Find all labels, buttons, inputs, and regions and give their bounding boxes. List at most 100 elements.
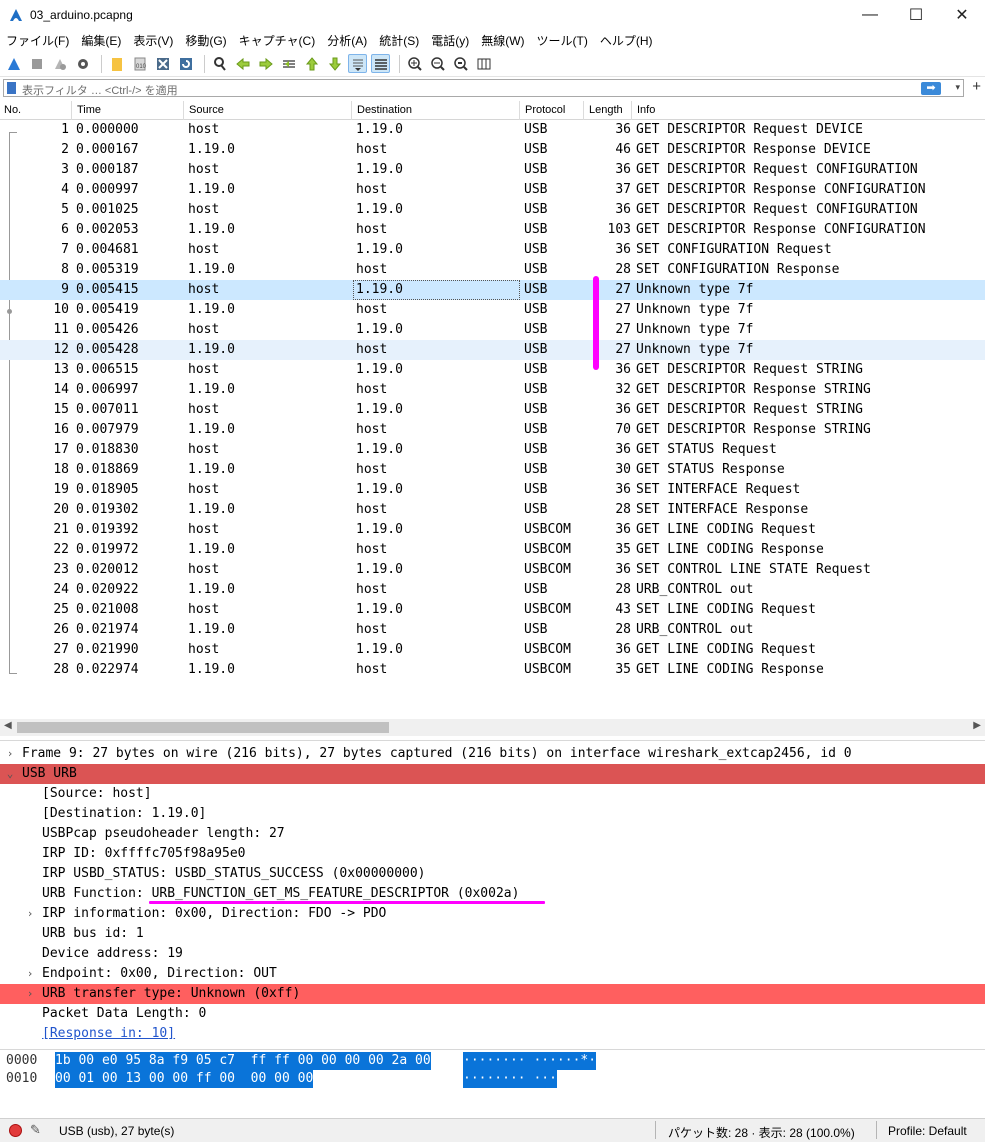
packet-row[interactable]: 4 0.000997 1.19.0 host USB 37 GET DESCRIPTOR R… (0, 180, 985, 200)
column-header-length[interactable]: Length (589, 104, 623, 116)
auto-scroll-icon[interactable] (348, 54, 367, 73)
column-divider[interactable] (71, 101, 72, 120)
menu-file[interactable]: ファイル(F) (0, 32, 75, 49)
packet-row[interactable]: 14 0.006997 1.19.0 host USB 32 GET DESCRIPTOR … (0, 380, 985, 400)
filter-history-dropdown-icon[interactable]: ▾ (955, 82, 960, 93)
packet-row[interactable]: 28 0.022974 1.19.0 host USBCOM 35 GET LINE COD… (0, 660, 985, 680)
reload-icon[interactable] (176, 54, 195, 73)
menu-help[interactable]: ヘルプ(H) (594, 32, 659, 49)
bytes-ascii[interactable]: ········ ··· (463, 1070, 557, 1088)
column-header-protocol[interactable]: Protocol (525, 104, 565, 116)
restart-icon[interactable] (50, 54, 69, 73)
packet-row[interactable]: 27 0.021990 host 1.19.0 USBCOM 36 GET LINE COD… (0, 640, 985, 660)
column-divider[interactable] (519, 101, 520, 120)
resize-columns-icon[interactable] (474, 54, 493, 73)
go-back-icon[interactable] (233, 54, 252, 73)
menu-analyze[interactable]: 分析(A) (321, 32, 373, 49)
go-forward-icon[interactable] (256, 54, 275, 73)
bytes-ascii[interactable]: ········ ······*· (463, 1052, 597, 1070)
collapsed-chevron-icon[interactable]: › (23, 984, 37, 1004)
scroll-left-icon[interactable]: ◀ (4, 720, 12, 731)
zoom-in-icon[interactable] (405, 54, 424, 73)
apply-filter-arrow-icon[interactable]: ➡ (921, 82, 941, 95)
detail-tree-row[interactable]: Device address: 19 (0, 944, 985, 964)
display-filter-input[interactable]: 表示フィルタ … <Ctrl-/> を適用 ➡ ▾ (3, 79, 964, 97)
detail-tree-row[interactable]: ⌄ USB URB (0, 764, 985, 784)
maximize-button[interactable]: ☐ (893, 0, 939, 30)
menu-edit[interactable]: 編集(E) (75, 32, 127, 49)
packet-row[interactable]: 8 0.005319 1.19.0 host USB 28 SET CONFIGURATIO… (0, 260, 985, 280)
status-profile[interactable]: Profile: Default (888, 1124, 967, 1138)
close-button[interactable]: ✕ (939, 0, 985, 30)
menu-wireless[interactable]: 無線(W) (475, 32, 530, 49)
expanded-chevron-icon[interactable]: ⌄ (3, 764, 17, 784)
close-file-icon[interactable] (153, 54, 172, 73)
packet-row[interactable]: 23 0.020012 host 1.19.0 USBCOM 36 SET CONTROL … (0, 560, 985, 580)
packet-row[interactable]: 6 0.002053 1.19.0 host USB 103 GET DESCRIPTOR … (0, 220, 985, 240)
packet-row[interactable]: 21 0.019392 host 1.19.0 USBCOM 36 GET LINE COD… (0, 520, 985, 540)
menu-go[interactable]: 移動(G) (179, 32, 232, 49)
packet-row[interactable]: 16 0.007979 1.19.0 host USB 70 GET DESCRIPTOR … (0, 420, 985, 440)
menu-telephony[interactable]: 電話(y) (425, 32, 475, 49)
detail-tree-row[interactable]: USBPcap pseudoheader length: 27 (0, 824, 985, 844)
detail-tree-row[interactable]: [Response in: 10] (0, 1024, 985, 1044)
last-packet-icon[interactable] (325, 54, 344, 73)
column-divider[interactable] (351, 101, 352, 120)
bytes-hex[interactable]: 1b 00 e0 95 8a f9 05 c7 ff ff 00 00 00 0… (55, 1052, 431, 1070)
detail-tree-row[interactable]: [Destination: 1.19.0] (0, 804, 985, 824)
packet-row[interactable]: 13 0.006515 host 1.19.0 USB 36 GET DESCRIPTOR … (0, 360, 985, 380)
packet-row[interactable]: 5 0.001025 host 1.19.0 USB 36 GET DESCRIPTOR R… (0, 200, 985, 220)
shark-fin-start-icon[interactable] (4, 54, 23, 73)
menu-view[interactable]: 表示(V) (127, 32, 179, 49)
packet-row[interactable]: 20 0.019302 1.19.0 host USB 28 SET INTERFACE R… (0, 500, 985, 520)
capture-comment-icon[interactable]: ✎ (30, 1122, 41, 1138)
column-divider[interactable] (183, 101, 184, 120)
response-in-link[interactable]: [Response in: 10] (42, 1024, 175, 1044)
column-header-no[interactable]: No. (4, 104, 21, 116)
collapsed-chevron-icon[interactable]: › (23, 964, 37, 984)
packet-row[interactable]: 11 0.005426 host 1.19.0 USB 27 Unknown type 7f (0, 320, 985, 340)
packet-list-scrollbar[interactable]: ◀ ▶ (0, 719, 985, 736)
column-divider[interactable] (631, 101, 632, 120)
detail-tree-row[interactable]: › IRP information: 0x00, Direction: FDO -… (0, 904, 985, 924)
packet-row[interactable]: 22 0.019972 1.19.0 host USBCOM 35 GET LINE COD… (0, 540, 985, 560)
packet-row[interactable]: 24 0.020922 1.19.0 host USB 28 URB_CONTROL out (0, 580, 985, 600)
scroll-right-icon[interactable]: ▶ (973, 720, 981, 731)
detail-tree-row[interactable]: IRP USBD_STATUS: USBD_STATUS_SUCCESS (0x… (0, 864, 985, 884)
packet-row[interactable]: 15 0.007011 host 1.19.0 USB 36 GET DESCRIPTOR … (0, 400, 985, 420)
options-gear-icon[interactable] (73, 54, 92, 73)
packet-row[interactable]: 12 0.005428 1.19.0 host USB 27 Unknown type 7f (0, 340, 985, 360)
packet-row[interactable]: 17 0.018830 host 1.19.0 USB 36 GET STATUS Requ… (0, 440, 985, 460)
go-to-packet-icon[interactable] (279, 54, 298, 73)
save-file-icon[interactable]: 010 (130, 54, 149, 73)
detail-tree-row[interactable]: › Endpoint: 0x00, Direction: OUT (0, 964, 985, 984)
first-packet-icon[interactable] (302, 54, 321, 73)
collapsed-chevron-icon[interactable]: › (23, 904, 37, 924)
column-divider[interactable] (583, 101, 584, 120)
packet-row[interactable]: 25 0.021008 host 1.19.0 USBCOM 43 SET LINE COD… (0, 600, 985, 620)
menu-tools[interactable]: ツール(T) (531, 32, 594, 49)
packet-row[interactable]: 7 0.004681 host 1.19.0 USB 36 SET CONFIGURATIO… (0, 240, 985, 260)
detail-tree-row[interactable]: › Frame 9: 27 bytes on wire (216 bits), 2… (0, 744, 985, 764)
packet-row[interactable]: 1 0.000000 host 1.19.0 USB 36 GET DESCRIPTOR R… (0, 120, 985, 140)
packet-row[interactable]: 2 0.000167 1.19.0 host USB 46 GET DESCRIPTOR R… (0, 140, 985, 160)
column-header-destination[interactable]: Destination (357, 104, 412, 116)
zoom-out-icon[interactable] (428, 54, 447, 73)
collapsed-chevron-icon[interactable]: › (3, 744, 17, 764)
colorize-icon[interactable] (371, 54, 390, 73)
packet-row[interactable]: 10 0.005419 1.19.0 host USB 27 Unknown type 7f (0, 300, 985, 320)
stop-icon[interactable] (27, 54, 46, 73)
expert-info-icon[interactable] (9, 1124, 22, 1137)
detail-tree-row[interactable]: Packet Data Length: 0 (0, 1004, 985, 1024)
packet-row[interactable]: 26 0.021974 1.19.0 host USB 28 URB_CONTROL out (0, 620, 985, 640)
open-folder-icon[interactable] (107, 54, 126, 73)
packet-row[interactable]: 18 0.018869 1.19.0 host USB 30 GET STATUS Resp… (0, 460, 985, 480)
column-header-info[interactable]: Info (637, 104, 655, 116)
menu-statistics[interactable]: 統計(S) (373, 32, 425, 49)
detail-tree-row[interactable]: › URB transfer type: Unknown (0xff) (0, 984, 985, 1004)
minimize-button[interactable]: — (847, 0, 893, 30)
bytes-hex[interactable]: 00 01 00 13 00 00 ff 00 00 00 00 (55, 1070, 314, 1088)
normal-size-icon[interactable] (451, 54, 470, 73)
menu-capture[interactable]: キャプチャ(C) (233, 32, 322, 49)
add-filter-button-icon[interactable]: + (972, 78, 981, 95)
